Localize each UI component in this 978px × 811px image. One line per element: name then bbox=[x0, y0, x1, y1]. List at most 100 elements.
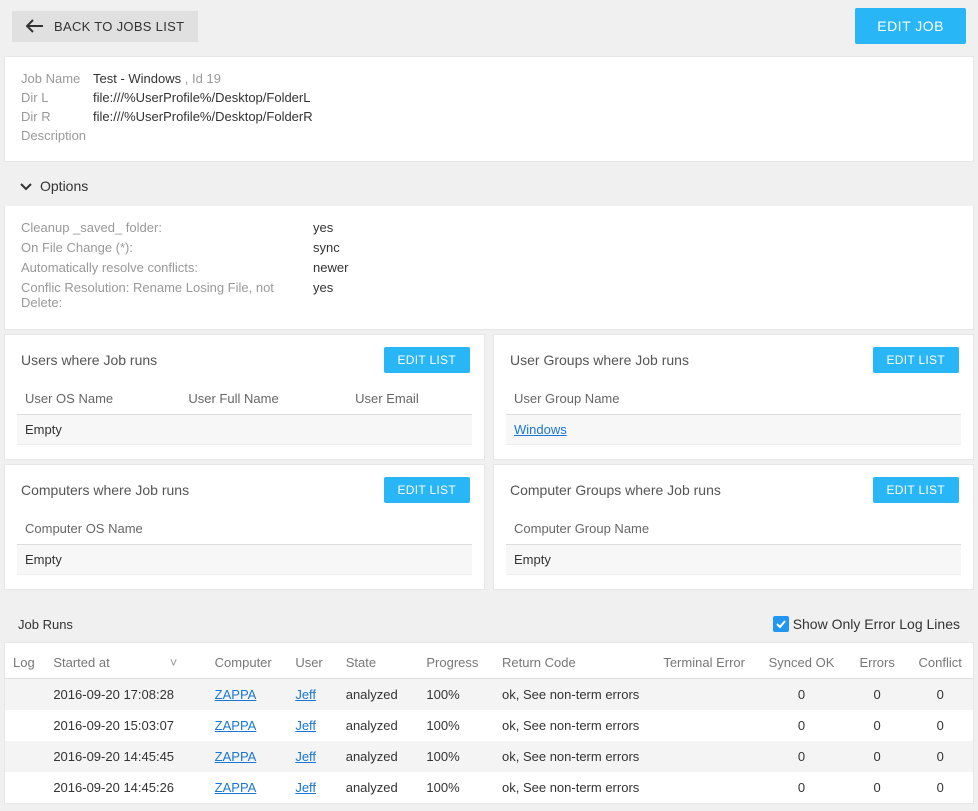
table-row: Windows bbox=[506, 415, 961, 445]
computer-link[interactable]: ZAPPA bbox=[215, 749, 257, 764]
table-cell: Empty bbox=[17, 415, 180, 445]
column-header[interactable]: Conflict bbox=[907, 643, 973, 679]
column-header[interactable]: Progress bbox=[418, 643, 494, 679]
dir-l-value: file:///%UserProfile%/Desktop/FolderL bbox=[93, 90, 310, 105]
options-title: Options bbox=[40, 178, 88, 194]
table-cell: 0 bbox=[907, 741, 973, 772]
table-cell bbox=[5, 679, 45, 711]
table-cell bbox=[5, 741, 45, 772]
option-value: sync bbox=[313, 240, 340, 255]
table-cell: analyzed bbox=[338, 710, 419, 741]
table-row: Empty bbox=[506, 545, 961, 575]
edit-computer-groups-list-button[interactable]: EDIT LIST bbox=[873, 477, 960, 503]
chevron-down-icon bbox=[20, 181, 32, 191]
table-cell: 0 bbox=[847, 741, 908, 772]
table-cell: ZAPPA bbox=[207, 710, 288, 741]
column-header[interactable]: Synced OK bbox=[756, 643, 847, 679]
table-cell: ZAPPA bbox=[207, 772, 288, 803]
edit-user-groups-list-button[interactable]: EDIT LIST bbox=[873, 347, 960, 373]
table-cell: Empty bbox=[506, 545, 961, 575]
show-errors-only-label: Show Only Error Log Lines bbox=[793, 616, 960, 632]
table-cell: Empty bbox=[17, 545, 472, 575]
group-link[interactable]: Windows bbox=[514, 422, 567, 437]
table-cell: analyzed bbox=[338, 741, 419, 772]
table-cell bbox=[180, 415, 347, 445]
user-link[interactable]: Jeff bbox=[295, 687, 316, 702]
column-header[interactable]: User Email bbox=[347, 385, 472, 415]
computer-link[interactable]: ZAPPA bbox=[215, 780, 257, 795]
table-cell: ZAPPA bbox=[207, 741, 288, 772]
table-row[interactable]: 2016-09-20 15:03:07 ZAPPA Jeff analyzed100%… bbox=[5, 710, 973, 741]
computer-groups-card-title: Computer Groups where Job runs bbox=[510, 482, 721, 498]
table-cell: 0 bbox=[907, 710, 973, 741]
table-cell bbox=[655, 679, 756, 711]
table-cell bbox=[347, 415, 472, 445]
top-bar: BACK TO JOBS LIST EDIT JOB bbox=[0, 0, 978, 52]
edit-job-button[interactable]: EDIT JOB bbox=[855, 8, 966, 44]
table-cell bbox=[5, 772, 45, 803]
users-table: User OS NameUser Full NameUser Email Empt… bbox=[17, 385, 472, 445]
table-cell: ok, See non-term errors bbox=[494, 741, 655, 772]
table-cell: 100% bbox=[418, 710, 494, 741]
column-header[interactable]: Terminal Error bbox=[655, 643, 756, 679]
column-header[interactable]: User Group Name bbox=[506, 385, 961, 415]
job-runs-table: LogStarted at˅ComputerUserStateProgressR… bbox=[4, 642, 974, 804]
computer-groups-card: Computer Groups where Job runs EDIT LIST… bbox=[493, 464, 974, 590]
table-cell: analyzed bbox=[338, 679, 419, 711]
computer-groups-table: Computer Group NameEmpty bbox=[506, 515, 961, 575]
table-cell: 0 bbox=[847, 772, 908, 803]
show-errors-only-toggle[interactable]: Show Only Error Log Lines bbox=[773, 616, 960, 632]
computer-link[interactable]: ZAPPA bbox=[215, 687, 257, 702]
table-cell: 2016-09-20 14:45:26 bbox=[45, 772, 206, 803]
table-cell bbox=[655, 710, 756, 741]
table-row[interactable]: 2016-09-20 14:45:45ZAPPAJeffanalyzed100%… bbox=[5, 741, 973, 772]
column-header[interactable]: State bbox=[338, 643, 419, 679]
edit-computers-list-button[interactable]: EDIT LIST bbox=[384, 477, 471, 503]
user-groups-table: User Group Name Windows bbox=[506, 385, 961, 445]
table-cell: 0 bbox=[756, 741, 847, 772]
users-card-title: Users where Job runs bbox=[21, 352, 157, 368]
column-header[interactable]: Errors bbox=[847, 643, 908, 679]
table-cell: 2016-09-20 15:03:07 bbox=[45, 710, 206, 741]
table-cell: Jeff bbox=[287, 679, 337, 711]
column-header[interactable]: User OS Name bbox=[17, 385, 180, 415]
column-header[interactable]: Log bbox=[5, 643, 45, 679]
edit-users-list-button[interactable]: EDIT LIST bbox=[384, 347, 471, 373]
user-groups-card: User Groups where Job runs EDIT LIST Use… bbox=[493, 334, 974, 460]
column-header[interactable]: Computer Group Name bbox=[506, 515, 961, 545]
table-cell: 2016-09-20 14:45:45 bbox=[45, 741, 206, 772]
user-link[interactable]: Jeff bbox=[295, 749, 316, 764]
table-cell: analyzed bbox=[338, 772, 419, 803]
job-details: Job Name Test - Windows , Id 19 Dir L fi… bbox=[4, 56, 974, 162]
table-row[interactable]: 2016-09-20 14:45:26ZAPPAJeffanalyzed100%… bbox=[5, 772, 973, 803]
table-cell: ok, See non-term errors bbox=[494, 772, 655, 803]
table-row[interactable]: 2016-09-20 17:08:28ZAPPAJeffanalyzed100%… bbox=[5, 679, 973, 711]
column-header[interactable]: User bbox=[287, 643, 337, 679]
column-header[interactable]: Started at˅ bbox=[45, 643, 206, 679]
back-label: BACK TO JOBS LIST bbox=[54, 19, 184, 34]
table-cell: 0 bbox=[756, 679, 847, 711]
option-row: Cleanup _saved_ folder:yes bbox=[21, 220, 957, 235]
column-header[interactable]: Computer OS Name bbox=[17, 515, 472, 545]
computers-card-title: Computers where Job runs bbox=[21, 482, 189, 498]
table-cell: ZAPPA bbox=[207, 679, 288, 711]
option-row: On File Change (*):sync bbox=[21, 240, 957, 255]
table-cell: 2016-09-20 17:08:28 bbox=[45, 679, 206, 711]
user-groups-card-title: User Groups where Job runs bbox=[510, 352, 689, 368]
dir-r-label: Dir R bbox=[21, 109, 93, 124]
table-cell: ok, See non-term errors bbox=[494, 679, 655, 711]
column-header[interactable]: Computer bbox=[207, 643, 288, 679]
column-header[interactable]: User Full Name bbox=[180, 385, 347, 415]
table-cell: 0 bbox=[907, 772, 973, 803]
option-row: Automatically resolve conflicts:newer bbox=[21, 260, 957, 275]
back-button[interactable]: BACK TO JOBS LIST bbox=[12, 11, 198, 42]
option-label: Automatically resolve conflicts: bbox=[21, 260, 313, 275]
options-header[interactable]: Options bbox=[4, 166, 974, 206]
computer-link[interactable]: ZAPPA bbox=[215, 718, 257, 733]
computers-card: Computers where Job runs EDIT LIST Compu… bbox=[4, 464, 485, 590]
user-link[interactable]: Jeff bbox=[295, 780, 316, 795]
options-body: Cleanup _saved_ folder:yes On File Change… bbox=[4, 206, 974, 330]
table-cell: Jeff bbox=[287, 710, 337, 741]
column-header[interactable]: Return Code bbox=[494, 643, 655, 679]
user-link[interactable]: Jeff bbox=[295, 718, 316, 733]
